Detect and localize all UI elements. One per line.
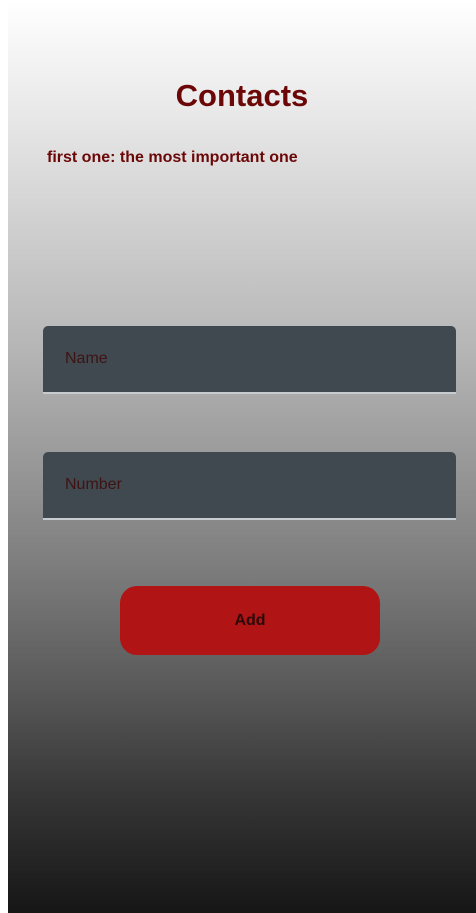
page-title: Contacts	[175, 78, 309, 113]
contacts-screen: Contacts first one: the most important o…	[8, 0, 476, 913]
name-field-container	[43, 326, 456, 394]
number-field-container	[43, 452, 456, 520]
add-button[interactable]: Add	[120, 586, 380, 655]
page-subtitle: first one: the most important one	[47, 149, 298, 166]
number-input[interactable]	[43, 452, 456, 518]
name-input[interactable]	[43, 326, 456, 392]
